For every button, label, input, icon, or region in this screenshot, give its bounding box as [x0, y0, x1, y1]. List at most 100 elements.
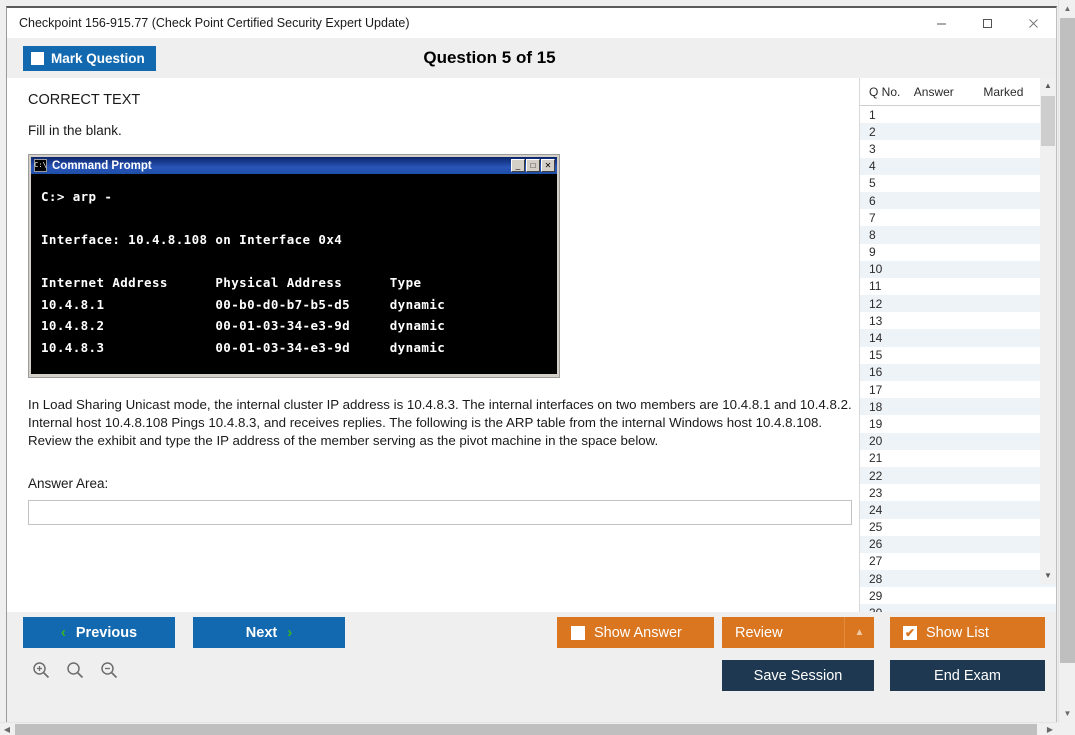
end-exam-button[interactable]: End Exam — [890, 660, 1045, 691]
question-list-row[interactable]: 2 — [860, 123, 1056, 140]
review-dropdown[interactable]: Review ▲ — [722, 617, 874, 648]
save-session-button[interactable]: Save Session — [722, 660, 874, 691]
show-list-label: Show List — [926, 625, 989, 641]
chevron-up-icon[interactable]: ▲ — [844, 617, 874, 648]
list-scroll-thumb[interactable] — [1041, 96, 1055, 146]
page-scroll-right-icon[interactable]: ▶ — [1043, 723, 1057, 735]
question-list-scrollbar[interactable]: ▲ ▼ — [1040, 78, 1056, 584]
question-list-row[interactable]: 17 — [860, 381, 1056, 398]
list-scroll-down-icon[interactable]: ▼ — [1040, 568, 1056, 584]
answer-input[interactable] — [28, 500, 852, 525]
page-scroll-thumb[interactable] — [1060, 18, 1075, 663]
question-list-row[interactable]: 10 — [860, 261, 1056, 278]
next-label: Next — [246, 625, 277, 641]
question-list-row[interactable]: 18 — [860, 398, 1056, 415]
column-header-qno: Q No. — [860, 85, 914, 99]
question-list-row[interactable]: 25 — [860, 519, 1056, 536]
question-list-row[interactable]: 28 — [860, 570, 1056, 587]
question-list-row[interactable]: 1 — [860, 106, 1056, 123]
question-instruction: Fill in the blank. — [28, 123, 859, 138]
page-scroll-left-icon[interactable]: ◀ — [0, 723, 14, 735]
question-type-label: CORRECT TEXT — [28, 92, 859, 108]
question-list-row[interactable]: 21 — [860, 450, 1056, 467]
zoom-in-icon[interactable] — [31, 660, 51, 685]
page-horizontal-scrollbar[interactable]: ◀ ▶ — [0, 722, 1075, 735]
question-list-row[interactable]: 7 — [860, 209, 1056, 226]
question-list-row[interactable]: 15 — [860, 347, 1056, 364]
window-titlebar: Checkpoint 156-915.77 (Check Point Certi… — [7, 8, 1056, 38]
question-list-row[interactable]: 19 — [860, 415, 1056, 432]
question-number-cell: 24 — [860, 503, 914, 517]
question-list-row[interactable]: 5 — [860, 175, 1056, 192]
exhibit-command-prompt: C:\ Command Prompt _ □ ✕ C:> arp - Inter… — [28, 154, 560, 378]
show-answer-button[interactable]: Show Answer — [557, 617, 714, 648]
show-list-button[interactable]: ✔ Show List — [890, 617, 1045, 648]
question-list-row[interactable]: 26 — [860, 536, 1056, 553]
show-list-checkbox-icon[interactable]: ✔ — [903, 626, 917, 640]
question-number-cell: 8 — [860, 228, 914, 242]
question-number-cell: 11 — [860, 279, 914, 293]
previous-label: Previous — [76, 625, 137, 641]
question-number-cell: 26 — [860, 537, 914, 551]
question-list-row[interactable]: 3 — [860, 140, 1056, 157]
question-list-row[interactable]: 20 — [860, 433, 1056, 450]
question-list-row[interactable]: 22 — [860, 467, 1056, 484]
question-list-row[interactable]: 23 — [860, 484, 1056, 501]
page-scroll-up-icon[interactable]: ▲ — [1059, 0, 1075, 17]
close-icon[interactable] — [1010, 8, 1056, 38]
question-list-row[interactable]: 13 — [860, 312, 1056, 329]
zoom-out-icon[interactable] — [99, 660, 119, 685]
footer-toolbar: ‹ Previous Next › Show Answ — [7, 612, 1056, 724]
question-list-row[interactable]: 12 — [860, 295, 1056, 312]
mark-question-label: Mark Question — [51, 51, 145, 66]
question-body-text: In Load Sharing Unicast mode, the intern… — [28, 396, 852, 450]
question-number-cell: 13 — [860, 314, 914, 328]
question-list-row[interactable]: 14 — [860, 329, 1056, 346]
answer-area-label: Answer Area: — [28, 476, 859, 491]
review-label: Review — [735, 625, 783, 641]
minimize-icon[interactable] — [918, 8, 964, 38]
exhibit-minimize-icon: _ — [511, 159, 525, 172]
question-list-row[interactable]: 9 — [860, 244, 1056, 261]
question-number-cell: 4 — [860, 159, 914, 173]
zoom-controls — [31, 660, 119, 685]
question-list-row[interactable]: 29 — [860, 587, 1056, 604]
question-number-cell: 27 — [860, 554, 914, 568]
question-number-cell: 21 — [860, 451, 914, 465]
exhibit-console-output: C:> arp - Interface: 10.4.8.108 on Inter… — [31, 174, 557, 374]
list-scroll-up-icon[interactable]: ▲ — [1040, 78, 1056, 94]
question-list-row[interactable]: 16 — [860, 364, 1056, 381]
save-session-label: Save Session — [754, 668, 843, 684]
question-number-cell: 1 — [860, 108, 914, 122]
question-list-row[interactable]: 27 — [860, 553, 1056, 570]
question-list-row[interactable]: 6 — [860, 192, 1056, 209]
question-number-cell: 3 — [860, 142, 914, 156]
question-list-row[interactable]: 8 — [860, 226, 1056, 243]
exhibit-window-controls: _ □ ✕ — [511, 159, 555, 172]
previous-button[interactable]: ‹ Previous — [23, 617, 175, 648]
exam-header: Mark Question Question 5 of 15 — [7, 38, 1056, 78]
mark-question-button[interactable]: Mark Question — [23, 46, 156, 71]
question-list-pane: Q No. Answer Marked 12345678910111213141… — [859, 78, 1056, 612]
question-list-row[interactable]: 4 — [860, 158, 1056, 175]
question-number-cell: 18 — [860, 400, 914, 414]
page-vertical-scrollbar[interactable]: ▲ ▼ — [1058, 0, 1075, 722]
page-root: Checkpoint 156-915.77 (Check Point Certi… — [0, 0, 1075, 735]
question-list-row[interactable]: 24 — [860, 501, 1056, 518]
question-pane: CORRECT TEXT Fill in the blank. C:\ Comm… — [7, 78, 859, 612]
show-answer-checkbox-icon[interactable] — [571, 626, 585, 640]
mark-question-checkbox-icon[interactable] — [31, 52, 44, 65]
question-list-row[interactable]: 30 — [860, 604, 1056, 612]
zoom-reset-icon[interactable] — [65, 660, 85, 685]
next-button[interactable]: Next › — [193, 617, 345, 648]
question-number-cell: 15 — [860, 348, 914, 362]
exhibit-maximize-icon: □ — [526, 159, 540, 172]
page-scroll-down-icon[interactable]: ▼ — [1059, 705, 1075, 722]
maximize-icon[interactable] — [964, 8, 1010, 38]
question-list-row[interactable]: 11 — [860, 278, 1056, 295]
page-hscroll-thumb[interactable] — [15, 724, 1037, 735]
question-number-cell: 14 — [860, 331, 914, 345]
show-answer-label: Show Answer — [594, 625, 682, 641]
content-area: CORRECT TEXT Fill in the blank. C:\ Comm… — [7, 78, 1056, 612]
exhibit-close-icon: ✕ — [541, 159, 555, 172]
